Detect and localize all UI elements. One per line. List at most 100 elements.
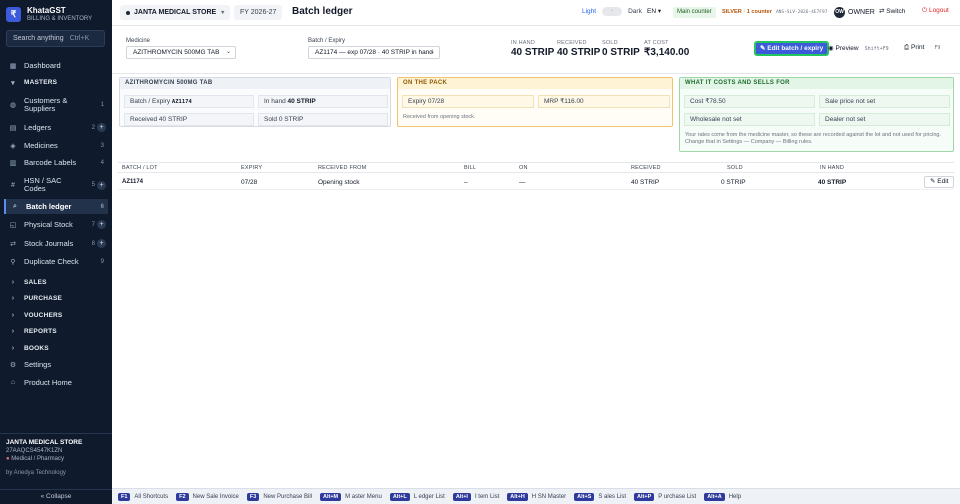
add-ledger-button[interactable]: + xyxy=(97,123,106,132)
shortcut-bar: F1 All Shortcuts F2 New Sale Invoice F3 New… xyxy=(112,488,960,504)
print-label: ⎙ Print xyxy=(904,44,925,51)
chevron-right-icon: › xyxy=(11,295,15,302)
sidebar-section-vouchers[interactable]: › VOUCHERS xyxy=(4,308,108,323)
sidebar-item-label: BOOKS xyxy=(24,345,49,352)
print-button[interactable]: ⎙ Print F9 xyxy=(904,44,940,52)
sidebar-item-stock-journals[interactable]: ⇄ Stock Journals 8 + xyxy=(4,236,108,251)
switch-button[interactable]: ⇄ Switch xyxy=(879,7,905,15)
shortcut-hsn-master[interactable]: Alt+H H SN Master xyxy=(507,492,566,501)
shortcut-sales-list[interactable]: Alt+S S ales List xyxy=(574,492,626,501)
edit-batch-button[interactable]: ✎ Edit batch / expiry xyxy=(754,41,830,56)
sidebar-item-settings[interactable]: ⚙ Settings xyxy=(4,357,108,372)
shortcut-purchase-list[interactable]: Alt+P P urchase List xyxy=(634,492,696,501)
mrp-cell: MRP ₹116.00 xyxy=(538,95,670,108)
sidebar-item-duplicate-check[interactable]: ⚲ Duplicate Check 9 xyxy=(4,254,108,269)
shortcut-help[interactable]: Alt+A Help xyxy=(704,492,741,501)
box-icon: ◱ xyxy=(9,221,17,229)
fy-selector[interactable]: FY 2026-27 xyxy=(234,5,283,20)
stat-at-cost: AT COST ₹3,140.00 xyxy=(644,40,689,58)
cell-value: not set xyxy=(845,116,866,123)
sidebar-section-reports[interactable]: › REPORTS xyxy=(4,324,108,339)
sidebar-item-label: Barcode Labels xyxy=(24,158,77,167)
add-hsn-button[interactable]: + xyxy=(97,180,106,190)
user-menu[interactable]: OW OWNER xyxy=(834,7,875,18)
add-physical-stock-button[interactable]: + xyxy=(97,220,106,229)
row-edit-button[interactable]: ✎ Edit xyxy=(924,176,955,188)
sidebar-section-masters[interactable]: ▾ MASTERS xyxy=(4,75,108,90)
stat-label: AT COST xyxy=(644,40,669,46)
shortcut-master-menu[interactable]: Alt+M M aster Menu xyxy=(320,492,382,501)
brand-subtitle: BILLING & INVENTORY xyxy=(27,16,93,22)
preview-button[interactable]: ◉ Preview Shift+F9 xyxy=(828,44,889,52)
store-selector[interactable]: JANTA MEDICAL STORE ▾ xyxy=(120,5,231,20)
sidebar-section-sales[interactable]: › SALES xyxy=(4,275,108,290)
sidebar-item-ledgers[interactable]: ▤ Ledgers 2 + xyxy=(4,120,108,135)
sidebar-section-books[interactable]: › BOOKS xyxy=(4,341,108,356)
received-cell: 40 STRIP xyxy=(631,179,660,186)
sidebar-section-purchase[interactable]: › PURCHASE xyxy=(4,291,108,306)
sidebar-item-count: 8 xyxy=(91,240,95,247)
sidebar-item-medicines[interactable]: ◈ Medicines 3 xyxy=(4,138,108,153)
counter-badge: Main counter xyxy=(673,7,716,18)
sidebar-item-label: Product Home xyxy=(24,378,72,387)
store-name: JANTA MEDICAL STORE xyxy=(134,9,217,16)
column-header: RECEIVED xyxy=(631,165,661,171)
sidebar-item-product-home[interactable]: ⌂ Product Home xyxy=(4,375,108,390)
switch-label: Switch xyxy=(886,8,906,15)
sidebar-item-barcode-labels[interactable]: ▥ Barcode Labels 4 xyxy=(4,155,108,170)
sidebar-item-count: 3 xyxy=(100,142,104,149)
sidebar-item-count: 6 xyxy=(100,203,104,210)
cell-value: ₹78.50 xyxy=(705,98,726,105)
shortcut-new-purchase[interactable]: F3 New Purchase Bill xyxy=(246,492,312,501)
rupee-logo-icon: ₹ xyxy=(6,6,21,22)
stat-in-hand: IN HAND 40 STRIP xyxy=(511,40,554,58)
sidebar-item-label: Dashboard xyxy=(24,61,61,70)
topbar: JANTA MEDICAL STORE ▾ FY 2026-27 Batch le… xyxy=(112,0,960,26)
shortcut-label: L edger List xyxy=(413,493,445,500)
column-header: BILL xyxy=(464,165,477,171)
sidebar-item-hsn-sac[interactable]: # HSN / SAC Codes 5 + xyxy=(4,174,108,196)
sidebar-item-physical-stock[interactable]: ◱ Physical Stock 7 + xyxy=(4,217,108,232)
card-title: WHAT IT COSTS AND SELLS FOR xyxy=(680,78,953,89)
dealer-cell: Dealer not set xyxy=(819,113,950,126)
shortcut-ledger-list[interactable]: Alt+L L edger List xyxy=(389,492,445,501)
theme-switch[interactable]: ◦ xyxy=(602,7,623,16)
cell-value: 07/28 xyxy=(427,98,445,105)
brand[interactable]: ₹ KhataGST BILLING & INVENTORY xyxy=(6,6,92,22)
cell-label: Cost xyxy=(690,98,704,105)
print-shortcut: F9 xyxy=(934,45,941,51)
chevron-down-icon: ⌄ xyxy=(225,49,231,55)
stat-value: ₹3,140.00 xyxy=(644,47,690,58)
shortcut-key: F1 xyxy=(118,492,131,501)
user-role: OWNER xyxy=(848,9,875,16)
shortcut-item-list[interactable]: Alt+I I tem List xyxy=(452,492,500,501)
plan-badge: SILVER · 1 counter ANS-SLV-2026-4E7F97 xyxy=(722,9,827,15)
logout-button[interactable]: ⏻ Logout xyxy=(922,7,949,15)
search-shortcut: Ctrl+K xyxy=(69,35,90,42)
plan-code: ANS-SLV-2026-4E7F97 xyxy=(775,10,828,15)
cell-label: Expiry xyxy=(408,98,427,105)
sidebar-item-dashboard[interactable]: ▦ Dashboard xyxy=(4,58,108,73)
sidebar-item-count: 4 xyxy=(100,159,104,166)
cell-label: Wholesale xyxy=(690,116,721,123)
shortcut-all[interactable]: F1 All Shortcuts xyxy=(118,492,168,501)
add-stock-journal-button[interactable]: + xyxy=(97,239,106,248)
language-selector[interactable]: EN ▾ xyxy=(647,7,661,15)
shortcut-new-sale[interactable]: F2 New Sale Invoice xyxy=(176,492,239,501)
theme-toggle[interactable]: Light ◦ Dark xyxy=(582,7,642,16)
table-row[interactable]: AZ1174 07/28 Opening stock – — 40 STRIP … xyxy=(118,174,955,190)
batch-expiry-select[interactable]: AZ1174 — exp 07/28 · 40 STRIP in hand ⌄ xyxy=(308,46,440,59)
chevron-down-icon: ▾ xyxy=(657,8,662,15)
sidebar-item-label: REPORTS xyxy=(24,328,57,335)
shortcut-label: I tem List xyxy=(474,493,500,500)
on-cell: — xyxy=(519,179,526,186)
stat-value: 40 STRIP xyxy=(557,47,601,58)
medicine-select[interactable]: AZITHROMYCIN 500MG TAB ⌄ xyxy=(126,46,236,59)
search-input[interactable]: Search anything Ctrl+K xyxy=(6,30,105,47)
sidebar-item-batch-ledger[interactable]: ⌕ Batch ledger 6 xyxy=(4,199,108,214)
page-title: Batch ledger xyxy=(292,6,353,17)
sidebar-item-label: Stock Journals xyxy=(24,239,74,248)
collapse-button[interactable]: « Collapse xyxy=(0,489,112,504)
sidebar-item-label: Ledgers xyxy=(24,123,52,132)
sidebar-item-customers-suppliers[interactable]: ◍ Customers & Suppliers 1 xyxy=(4,94,108,116)
